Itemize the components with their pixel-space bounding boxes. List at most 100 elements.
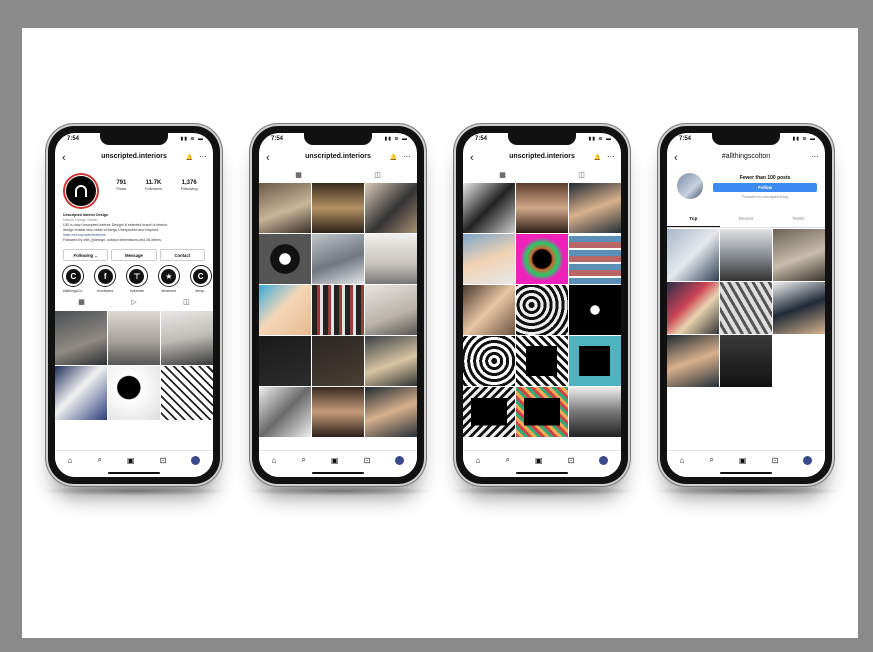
tab-grid-icon[interactable]: ▦	[499, 171, 506, 181]
tab-reels-icon[interactable]: ▷	[131, 298, 136, 308]
following-button[interactable]: Following ⌄	[63, 249, 109, 261]
shop-icon[interactable]: ⊡	[568, 456, 575, 465]
post-thumbnail[interactable]	[161, 311, 213, 365]
home-icon[interactable]: ⌂	[476, 456, 481, 465]
profile-stats: 791 Posts 11.7K Followers 1,376 Following	[107, 180, 207, 191]
bio-followed-by[interactable]: Followed by with_jhdesign, outdoor.dimen…	[63, 238, 207, 243]
highlight-item[interactable]: C #insp..	[188, 265, 213, 293]
hashtag-tabs: Top Recent Reels	[667, 213, 825, 228]
post-thumbnail[interactable]	[259, 285, 311, 335]
post-thumbnail[interactable]	[667, 282, 719, 334]
profile-avatar-icon[interactable]	[803, 455, 813, 465]
post-thumbnail[interactable]	[516, 234, 568, 284]
bell-icon[interactable]: 🔔	[594, 151, 601, 165]
more-options-icon[interactable]: ···	[403, 150, 411, 164]
post-thumbnail[interactable]	[259, 183, 311, 233]
shop-icon[interactable]: ⊡	[364, 456, 371, 465]
stat-following[interactable]: 1,376 Following	[181, 180, 198, 191]
search-icon[interactable]: ⌕	[505, 455, 509, 465]
post-thumbnail[interactable]	[720, 282, 772, 334]
highlight-item[interactable]: ⊤ #uintcafe	[125, 265, 150, 293]
post-thumbnail[interactable]	[365, 285, 417, 335]
post-thumbnail[interactable]	[569, 387, 621, 437]
profile-avatar-icon[interactable]	[599, 455, 609, 465]
post-thumbnail[interactable]	[569, 336, 621, 386]
post-thumbnail[interactable]	[259, 336, 311, 386]
bell-icon[interactable]: 🔔	[390, 151, 397, 165]
post-thumbnail[interactable]	[569, 234, 621, 284]
tab-tagged-icon[interactable]: ◫	[183, 298, 190, 308]
message-button[interactable]: Message	[111, 249, 157, 261]
profile-avatar[interactable]	[63, 173, 99, 209]
post-thumbnail[interactable]	[463, 285, 515, 335]
highlight-icon: C	[193, 268, 209, 284]
profile-bio: Unscripted Interior Design Interior Desi…	[63, 213, 207, 243]
post-thumbnail[interactable]	[516, 285, 568, 335]
post-thumbnail[interactable]	[312, 336, 364, 386]
post-thumbnail[interactable]	[516, 336, 568, 386]
search-icon[interactable]: ⌕	[709, 455, 713, 465]
search-icon[interactable]: ⌕	[301, 455, 305, 465]
post-thumbnail[interactable]	[516, 183, 568, 233]
post-thumbnail[interactable]	[365, 336, 417, 386]
post-thumbnail[interactable]	[312, 234, 364, 284]
shop-icon[interactable]: ⊡	[772, 456, 779, 465]
highlight-item[interactable]: f #rockstars	[93, 265, 118, 293]
more-options-icon[interactable]: ···	[199, 150, 207, 164]
tab-tagged-icon[interactable]: ◫	[374, 171, 381, 181]
reels-icon[interactable]: ▣	[535, 456, 543, 465]
contact-button[interactable]: Contact	[159, 249, 205, 261]
post-thumbnail[interactable]	[312, 285, 364, 335]
post-thumbnail[interactable]	[108, 311, 160, 365]
post-thumbnail[interactable]	[108, 366, 160, 420]
stat-posts[interactable]: 791 Posts	[116, 180, 126, 191]
home-icon[interactable]: ⌂	[68, 456, 73, 465]
post-thumbnail[interactable]	[667, 335, 719, 387]
post-thumbnail[interactable]	[569, 285, 621, 335]
tab-reels[interactable]: Reels	[772, 213, 825, 227]
home-icon[interactable]: ⌂	[272, 456, 277, 465]
post-thumbnail[interactable]	[55, 311, 107, 365]
post-thumbnail[interactable]	[463, 336, 515, 386]
bell-icon[interactable]: 🔔	[186, 151, 193, 165]
post-thumbnail[interactable]	[569, 183, 621, 233]
highlight-item[interactable]: ★ #featured	[156, 265, 181, 293]
more-options-icon[interactable]: ···	[811, 150, 819, 164]
search-icon[interactable]: ⌕	[97, 455, 101, 465]
post-thumbnail[interactable]	[516, 387, 568, 437]
post-thumbnail[interactable]	[259, 234, 311, 284]
post-thumbnail[interactable]	[773, 229, 825, 281]
tab-top[interactable]: Top	[667, 213, 720, 227]
tab-tagged-icon[interactable]: ◫	[578, 171, 585, 181]
post-thumbnail[interactable]	[55, 366, 107, 420]
home-icon[interactable]: ⌂	[680, 456, 685, 465]
stat-followers[interactable]: 11.7K Followers	[145, 180, 162, 191]
post-thumbnail[interactable]	[720, 229, 772, 281]
post-thumbnail[interactable]	[365, 234, 417, 284]
post-thumbnail[interactable]	[365, 387, 417, 437]
follow-button[interactable]: Follow	[713, 183, 817, 192]
post-thumbnail[interactable]	[463, 234, 515, 284]
post-thumbnail[interactable]	[259, 387, 311, 437]
tab-grid-icon[interactable]: ▦	[78, 298, 85, 308]
reels-icon[interactable]: ▣	[127, 456, 135, 465]
profile-avatar-icon[interactable]	[395, 455, 405, 465]
reels-icon[interactable]: ▣	[739, 456, 747, 465]
tab-recent[interactable]: Recent	[720, 213, 773, 227]
post-thumbnail[interactable]	[773, 282, 825, 334]
tab-grid-icon[interactable]: ▦	[295, 171, 302, 181]
home-indicator	[516, 472, 568, 474]
post-thumbnail[interactable]	[365, 183, 417, 233]
post-thumbnail[interactable]	[720, 335, 772, 387]
profile-avatar-icon[interactable]	[191, 455, 201, 465]
post-thumbnail[interactable]	[463, 183, 515, 233]
post-thumbnail[interactable]	[312, 387, 364, 437]
post-thumbnail[interactable]	[463, 387, 515, 437]
post-thumbnail[interactable]	[312, 183, 364, 233]
post-thumbnail[interactable]	[667, 229, 719, 281]
more-options-icon[interactable]: ···	[607, 150, 615, 164]
reels-icon[interactable]: ▣	[331, 456, 339, 465]
post-thumbnail[interactable]	[161, 366, 213, 420]
highlight-item[interactable]: C #allthingsCo..	[61, 265, 86, 293]
shop-icon[interactable]: ⊡	[160, 456, 167, 465]
